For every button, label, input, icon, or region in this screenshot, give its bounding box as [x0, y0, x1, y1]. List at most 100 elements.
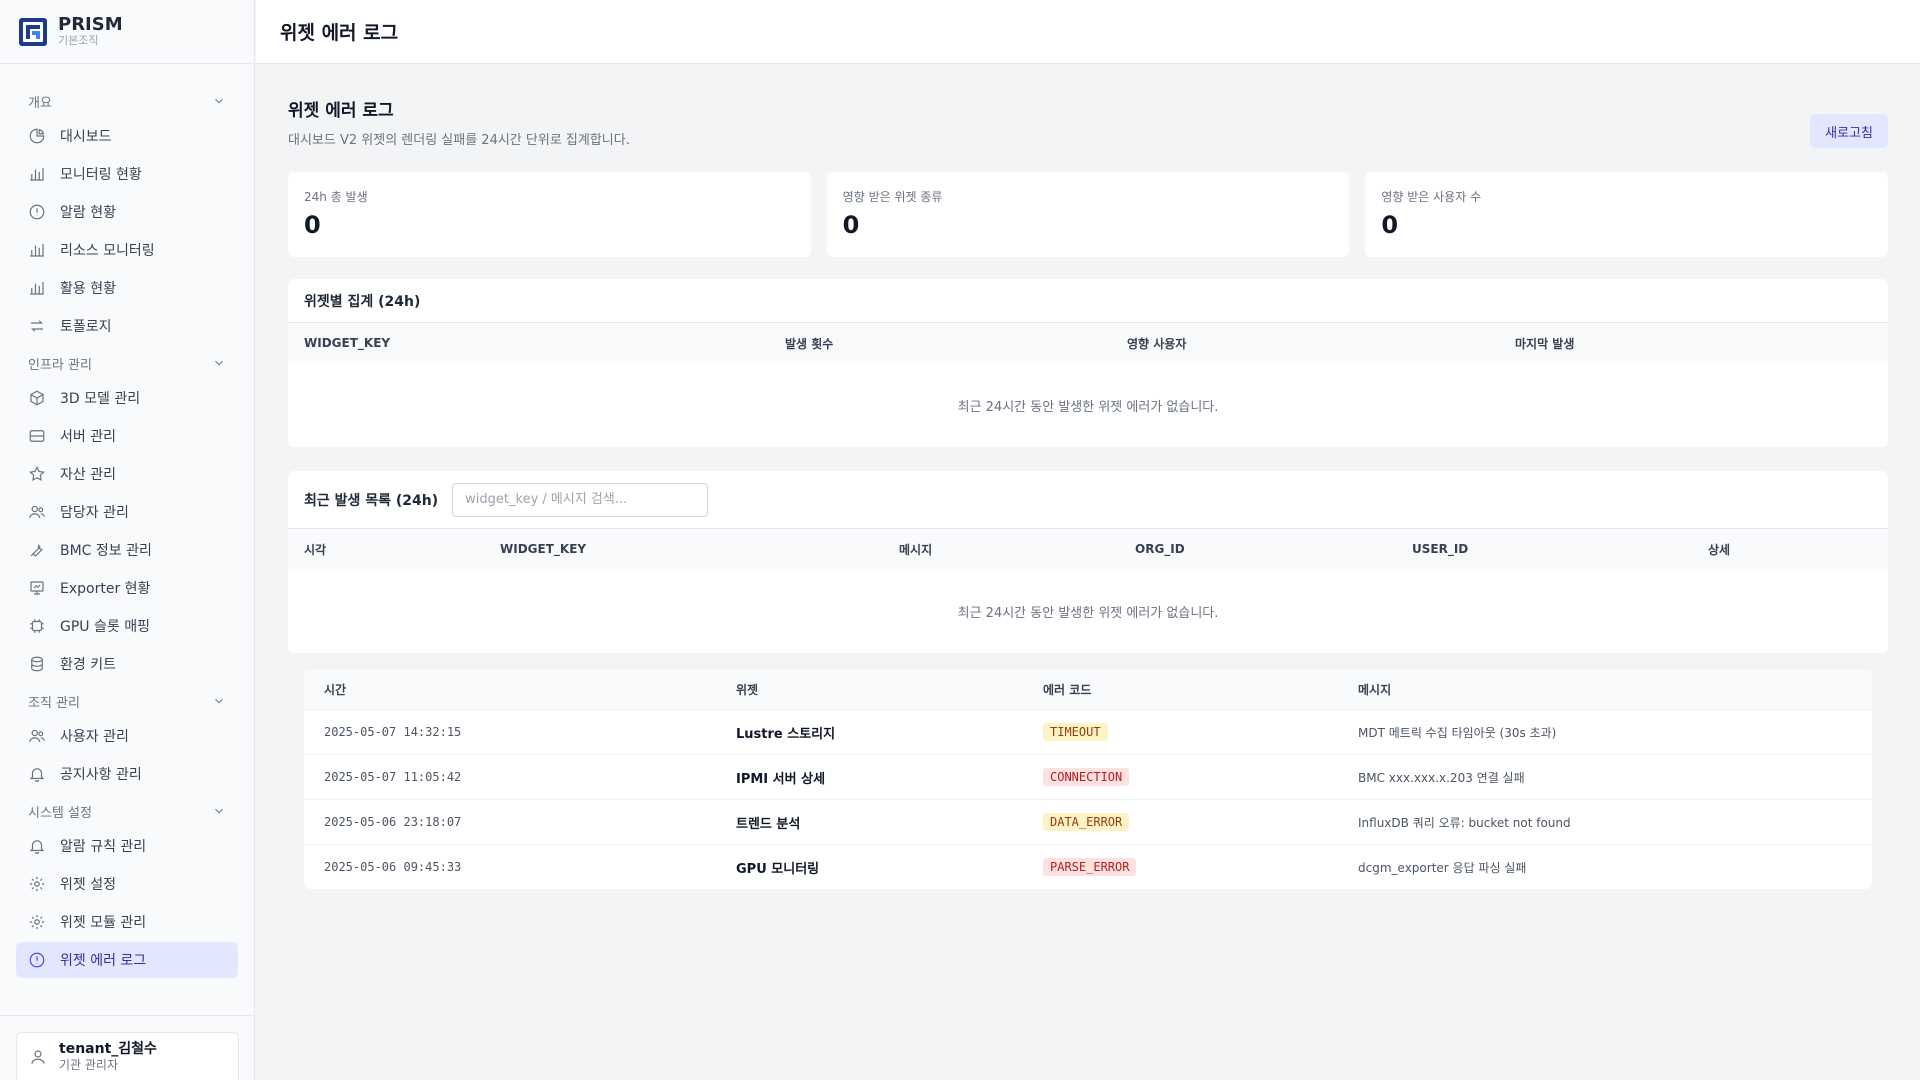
column-header[interactable]: USER_ID	[1412, 542, 1708, 556]
sidebar-item-label: 모니터링 현황	[60, 167, 142, 183]
sidebar-item-label: 대시보드	[60, 129, 112, 145]
sidebar-item[interactable]: 서버 관리	[16, 418, 238, 454]
sidebar-item[interactable]: 사용자 관리	[16, 718, 238, 754]
sidebar-section: 개요 대시보드 모니터링 현황 알람 현황 리소스 모니터링 활용 현황 토폴로…	[0, 90, 254, 344]
recent-table-title: 최근 발생 목록 (24h)	[304, 492, 439, 509]
chevron-down-icon	[215, 698, 223, 704]
sidebar-item-label: Exporter 현황	[60, 581, 151, 597]
table-row[interactable]: 2025-05-06 23:18:07 트렌드 분석 DATA_ERROR In…	[304, 799, 1872, 844]
bar-chart-icon	[30, 282, 44, 295]
tool-icon	[30, 544, 43, 557]
sidebar-item[interactable]: 공지사항 관리	[16, 756, 238, 792]
column-header[interactable]: 시각	[304, 541, 500, 558]
star-icon	[29, 465, 45, 482]
error-widget: 트렌드 분석	[736, 816, 801, 832]
sidebar-section-toggle[interactable]: 시스템 설정	[0, 800, 254, 822]
presentation-icon	[30, 581, 44, 595]
sidebar-item[interactable]: 위젯 에러 로그	[16, 942, 238, 978]
column-header[interactable]: 영향 사용자	[1127, 335, 1515, 352]
error-code-cell: DATA_ERROR	[1043, 813, 1358, 831]
sidebar-nav: 개요 대시보드 모니터링 현황 알람 현황 리소스 모니터링 활용 현황 토폴로…	[0, 64, 254, 978]
recent-table-header: 시각 WIDGET_KEY 메시지 ORG_ID USER_ID 상세	[288, 529, 1888, 569]
server-icon	[29, 430, 45, 442]
alert-circle-icon	[29, 952, 45, 968]
sidebar-item-label: 자산 관리	[60, 467, 116, 483]
sidebar-item[interactable]: BMC 정보 관리	[16, 532, 238, 568]
sidebar-section-label: 시스템 설정	[28, 805, 92, 821]
stat-label: 24h 총 발생	[304, 190, 368, 204]
gear-icon	[29, 876, 45, 892]
sidebar-item[interactable]: GPU 슬롯 매핑	[16, 608, 238, 644]
column-header[interactable]: 시간	[324, 681, 736, 698]
table-row[interactable]: 2025-05-07 11:05:42 IPMI 서버 상세 CONNECTIO…	[304, 754, 1872, 799]
sidebar-item-label: 알람 현황	[60, 205, 116, 221]
brand[interactable]: PRISM 기본조직	[0, 0, 254, 64]
sidebar-item[interactable]: 토폴로지	[16, 308, 238, 344]
sidebar-section-toggle[interactable]: 개요	[0, 90, 254, 112]
recent-table: 최근 발생 목록 (24h) 시각 WIDGET_KEY 메시지 ORG_ID …	[288, 471, 1888, 653]
sidebar-section-label: 인프라 관리	[28, 357, 92, 373]
user-role: 기관 관리자	[59, 1057, 119, 1072]
bar-chart-icon	[30, 168, 44, 181]
chevron-down-icon	[215, 808, 223, 814]
users-icon	[29, 729, 45, 743]
user-name: tenant_김철수	[59, 1040, 157, 1057]
stats-row: 24h 총 발생 0 영향 받은 위젯 종류 0 영향 받은 사용자 수 0	[288, 172, 1889, 257]
sidebar-item[interactable]: 자산 관리	[16, 456, 238, 492]
sidebar-section-toggle[interactable]: 인프라 관리	[0, 352, 254, 374]
error-log-table: 시간 위젯 에러 코드 메시지 2025-05-07 14:32:15 Lust…	[304, 669, 1872, 889]
empty-state: 최근 24시간 동안 발생한 위젯 에러가 없습니다.	[957, 399, 1219, 415]
search-input[interactable]	[452, 482, 709, 517]
column-header[interactable]: WIDGET_KEY	[304, 336, 785, 350]
sidebar-item[interactable]: 담당자 관리	[16, 494, 238, 530]
summary-table: 위젯별 집계 (24h) WIDGET_KEY 발생 횟수 영향 사용자 마지막…	[288, 279, 1888, 447]
sidebar-item-label: 토폴로지	[60, 319, 112, 335]
table-row[interactable]: 2025-05-06 09:45:33 GPU 모니터링 PARSE_ERROR…	[304, 844, 1872, 889]
sidebar-section-label: 조직 관리	[28, 695, 80, 711]
sidebar-item-label: 3D 모델 관리	[60, 391, 141, 407]
chip-icon	[30, 619, 44, 633]
column-header[interactable]: 메시지	[1358, 681, 1658, 698]
page-description: 대시보드 V2 위젯의 렌더링 실패를 24시간 단위로 집계합니다.	[288, 133, 630, 148]
sidebar-item-label: 활용 현황	[60, 281, 116, 297]
sidebar-section: 인프라 관리 3D 모델 관리 서버 관리 자산 관리 담당자 관리 BMC 정…	[0, 352, 254, 682]
users-icon	[29, 505, 45, 519]
column-header[interactable]: 상세	[1708, 541, 1808, 558]
sidebar-item[interactable]: 리소스 모니터링	[16, 232, 238, 268]
sidebar-section-toggle[interactable]: 조직 관리	[0, 690, 254, 712]
column-header[interactable]: 발생 횟수	[785, 335, 1127, 352]
page-title: 위젯 에러 로그	[288, 101, 394, 121]
column-header[interactable]: WIDGET_KEY	[500, 542, 899, 556]
sidebar-item-label: 공지사항 관리	[60, 767, 142, 783]
sidebar-item[interactable]: 활용 현황	[16, 270, 238, 306]
error-code-cell: TIMEOUT	[1043, 723, 1358, 741]
page-header: 위젯 에러 로그 대시보드 V2 위젯의 렌더링 실패를 24시간 단위로 집계…	[288, 96, 1888, 156]
column-header[interactable]: 마지막 발생	[1515, 335, 1715, 352]
main-content: 위젯 에러 로그 대시보드 V2 위젯의 렌더링 실패를 24시간 단위로 집계…	[288, 96, 1889, 889]
sidebar-item[interactable]: 대시보드	[16, 118, 238, 154]
column-header[interactable]: 에러 코드	[1043, 681, 1358, 698]
sidebar-item[interactable]: 환경 키트	[16, 646, 238, 682]
sidebar-item[interactable]: 알람 규칙 관리	[16, 828, 238, 864]
refresh-button[interactable]: 새로고침	[1810, 114, 1888, 148]
error-message: MDT 메트릭 수집 타임아웃 (30s 초과)	[1358, 725, 1557, 740]
error-code-cell: PARSE_ERROR	[1043, 858, 1358, 876]
column-header[interactable]: 위젯	[736, 681, 1043, 698]
error-message: BMC xxx.xxx.x.203 연결 실패	[1358, 770, 1525, 785]
user-profile[interactable]: tenant_김철수 기관 관리자	[16, 1032, 239, 1080]
table-row[interactable]: 2025-05-07 14:32:15 Lustre 스토리지 TIMEOUT …	[304, 709, 1872, 754]
sidebar-item[interactable]: 위젯 모듈 관리	[16, 904, 238, 940]
sidebar-item[interactable]: 위젯 설정	[16, 866, 238, 902]
sidebar-item[interactable]: 3D 모델 관리	[16, 380, 238, 416]
recent-table-header-bar: 최근 발생 목록 (24h)	[288, 471, 1888, 529]
sidebar-item[interactable]: Exporter 현황	[16, 570, 238, 606]
column-header[interactable]: ORG_ID	[1135, 542, 1412, 556]
bell-icon	[29, 768, 45, 783]
sidebar-item[interactable]: 알람 현황	[16, 194, 238, 230]
summary-table-header: WIDGET_KEY 발생 횟수 영향 사용자 마지막 발생	[288, 323, 1888, 363]
sidebar-item[interactable]: 모니터링 현황	[16, 156, 238, 192]
error-table-body: 2025-05-07 14:32:15 Lustre 스토리지 TIMEOUT …	[304, 709, 1872, 889]
sidebar-item-label: 위젯 모듈 관리	[60, 915, 147, 931]
column-header[interactable]: 메시지	[899, 541, 1135, 558]
sidebar-item-label: 리소스 모니터링	[60, 243, 155, 259]
